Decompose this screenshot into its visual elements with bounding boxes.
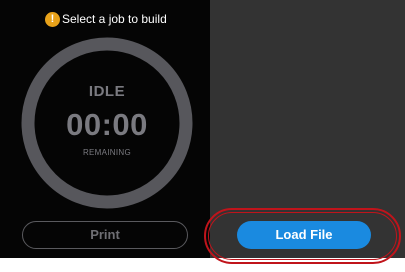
time-remaining-value: 00:00 — [66, 107, 148, 142]
printer-job-screen: ! Select a job to build IDLE 00:00 REMAI… — [0, 0, 405, 272]
print-button[interactable]: Print — [22, 221, 188, 249]
progress-gauge: IDLE 00:00 REMAINING — [20, 36, 194, 210]
load-file-button[interactable]: Load File — [237, 221, 371, 249]
time-remaining-label: REMAINING — [82, 148, 132, 157]
status-message-text: Select a job to build — [62, 12, 167, 26]
job-state-label: IDLE — [88, 83, 126, 100]
warning-icon: ! — [45, 11, 60, 27]
job-status-message: ! Select a job to build — [45, 10, 167, 28]
